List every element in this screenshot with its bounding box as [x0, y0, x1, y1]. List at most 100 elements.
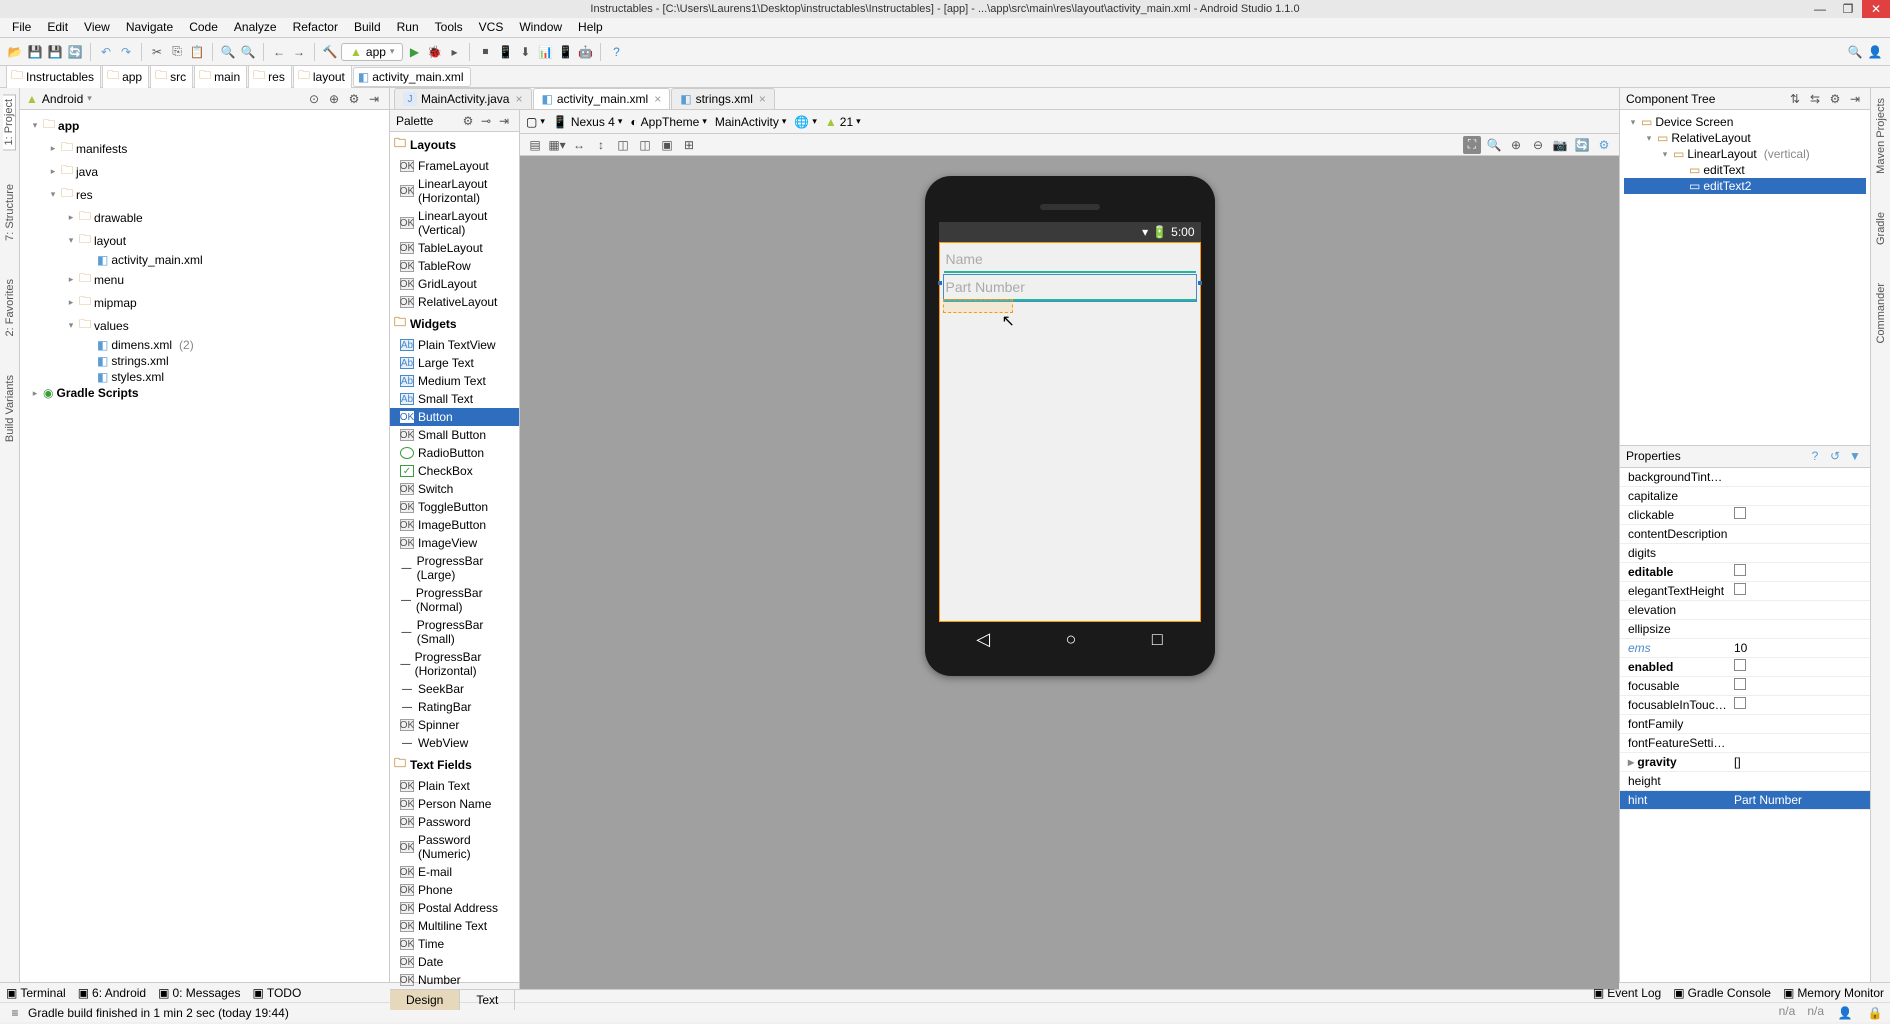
- locale-dropdown[interactable]: 🌐▾: [794, 115, 816, 129]
- run-config-dropdown[interactable]: ▲ app ▾: [341, 43, 403, 61]
- theme-dropdown[interactable]: ◐AppTheme▾: [630, 115, 706, 129]
- palette-item[interactable]: —ProgressBar (Normal): [390, 584, 519, 616]
- menu-analyze[interactable]: Analyze: [226, 18, 285, 37]
- palette-list[interactable]: 🗀LayoutsOKFrameLayoutOKLinearLayout (Hor…: [390, 132, 519, 989]
- property-row[interactable]: elegantTextHeight: [1620, 582, 1870, 601]
- view-options-icon[interactable]: ▤: [526, 136, 544, 154]
- zoom-out-icon[interactable]: ⊖: [1529, 136, 1547, 154]
- bottom-tab[interactable]: ▣TODO: [252, 986, 301, 1000]
- minimize-button[interactable]: —: [1806, 0, 1834, 18]
- sdk-icon[interactable]: ⬇: [516, 43, 534, 61]
- palette-item[interactable]: OKTableRow: [390, 257, 519, 275]
- replace-icon[interactable]: 🔍: [239, 43, 257, 61]
- close-button[interactable]: ✕: [1862, 0, 1890, 18]
- property-row[interactable]: fontFeatureSettings: [1620, 734, 1870, 753]
- cut-icon[interactable]: ✂: [148, 43, 166, 61]
- menu-view[interactable]: View: [76, 18, 118, 37]
- bottom-tab[interactable]: ▣Memory Monitor: [1783, 986, 1884, 1000]
- chevron-down-icon[interactable]: ▾: [87, 93, 92, 104]
- pack-icon[interactable]: ⊞: [680, 136, 698, 154]
- palette-item[interactable]: OKPostal Address: [390, 899, 519, 917]
- property-row[interactable]: enabled: [1620, 658, 1870, 677]
- component-tree-node[interactable]: ▾▭ RelativeLayout: [1624, 130, 1866, 146]
- menu-edit[interactable]: Edit: [39, 18, 76, 37]
- distribute-h-icon[interactable]: ◫: [614, 136, 632, 154]
- palette-item[interactable]: OKImageView: [390, 534, 519, 552]
- menu-build[interactable]: Build: [346, 18, 389, 37]
- fit-icon[interactable]: ▣: [658, 136, 676, 154]
- distribute-v-icon[interactable]: ◫: [636, 136, 654, 154]
- palette-item[interactable]: —RatingBar: [390, 698, 519, 716]
- project-tree[interactable]: ▾🗀app▸🗀manifests▸🗀java▾🗀res▸🗀drawable▾🗀l…: [20, 110, 389, 982]
- palette-group[interactable]: 🗀Text Fields: [390, 752, 519, 777]
- design-tab-design[interactable]: Design: [390, 990, 460, 1010]
- bottom-tab[interactable]: ▣Terminal: [6, 986, 66, 1000]
- bottom-tab[interactable]: ▣Gradle Console: [1673, 986, 1771, 1000]
- design-tab-text[interactable]: Text: [460, 990, 515, 1010]
- layout-root[interactable]: Name Part Number ↖: [939, 242, 1201, 622]
- lock-icon[interactable]: 🔒: [1866, 1004, 1884, 1022]
- prop-help-icon[interactable]: ?: [1806, 447, 1824, 465]
- ddms-icon[interactable]: 📊: [536, 43, 554, 61]
- android-device-icon[interactable]: 🤖: [576, 43, 594, 61]
- menu-code[interactable]: Code: [181, 18, 226, 37]
- breadcrumb-item[interactable]: 🗀layout: [293, 63, 352, 90]
- palette-item[interactable]: OKToggleButton: [390, 498, 519, 516]
- tree-node[interactable]: ◧activity_main.xml: [20, 252, 389, 268]
- forward-icon[interactable]: →: [290, 43, 308, 61]
- palette-group[interactable]: 🗀Widgets: [390, 311, 519, 336]
- settings-gear-icon[interactable]: ⚙: [345, 90, 363, 108]
- component-tree-node[interactable]: ▾▭ Device Screen: [1624, 114, 1866, 130]
- palette-item[interactable]: —SeekBar: [390, 680, 519, 698]
- refresh-icon[interactable]: 🔄: [1573, 136, 1591, 154]
- ct-hide-icon[interactable]: ⇥: [1846, 90, 1864, 108]
- close-tab-icon[interactable]: ×: [654, 92, 661, 106]
- breadcrumb-item[interactable]: 🗀main: [194, 63, 247, 90]
- tree-node[interactable]: ◧dimens.xml(2): [20, 337, 389, 353]
- collapse-icon[interactable]: ⊙: [305, 90, 323, 108]
- tree-node[interactable]: ▸🗀manifests: [20, 137, 389, 160]
- menu-navigate[interactable]: Navigate: [118, 18, 181, 37]
- palette-group[interactable]: 🗀Layouts: [390, 132, 519, 157]
- device-dropdown[interactable]: 📱Nexus 4▾: [553, 115, 623, 129]
- edit-text-name[interactable]: Name: [944, 247, 1196, 273]
- save-icon[interactable]: 💾: [26, 43, 44, 61]
- monitor-icon[interactable]: 📱: [556, 43, 574, 61]
- tool-tab-maven-projects[interactable]: Maven Projects: [1875, 94, 1887, 178]
- palette-item[interactable]: OKFrameLayout: [390, 157, 519, 175]
- palette-pin-icon[interactable]: ⊸: [477, 112, 495, 130]
- property-row[interactable]: height: [1620, 772, 1870, 791]
- property-row[interactable]: clickable: [1620, 506, 1870, 525]
- palette-item[interactable]: OKLinearLayout (Horizontal): [390, 175, 519, 207]
- palette-settings-icon[interactable]: ⚙: [459, 112, 477, 130]
- property-row[interactable]: contentDescription: [1620, 525, 1870, 544]
- breadcrumb-item[interactable]: 🗀Instructables: [6, 63, 101, 90]
- breadcrumb-item[interactable]: 🗀app: [102, 63, 149, 90]
- search-everywhere-icon[interactable]: 🔍: [1846, 43, 1864, 61]
- palette-item[interactable]: —ProgressBar (Horizontal): [390, 648, 519, 680]
- project-view-label[interactable]: Android: [42, 92, 83, 106]
- palette-item[interactable]: OKDate: [390, 953, 519, 971]
- component-tree-node[interactable]: ▾▭ LinearLayout (vertical): [1624, 146, 1866, 162]
- bottom-tab[interactable]: ▣0: Messages: [158, 986, 240, 1000]
- find-icon[interactable]: 🔍: [219, 43, 237, 61]
- palette-item[interactable]: OKPassword (Numeric): [390, 831, 519, 863]
- palette-item[interactable]: OKPhone: [390, 881, 519, 899]
- palette-item[interactable]: AbLarge Text: [390, 354, 519, 372]
- back-icon[interactable]: ←: [270, 43, 288, 61]
- menu-window[interactable]: Window: [511, 18, 570, 37]
- tree-node[interactable]: ▾🗀values: [20, 314, 389, 337]
- stop-icon[interactable]: ⏹: [476, 43, 494, 61]
- property-row[interactable]: fontFamily: [1620, 715, 1870, 734]
- editor-tab[interactable]: JMainActivity.java×: [394, 88, 532, 109]
- component-tree-node[interactable]: ▭ editText2: [1624, 178, 1866, 194]
- tree-node[interactable]: ▸🗀menu: [20, 268, 389, 291]
- tool-tab-build-variants[interactable]: Build Variants: [4, 371, 16, 446]
- breadcrumb-item[interactable]: 🗀res: [248, 63, 292, 90]
- property-row[interactable]: focusable: [1620, 677, 1870, 696]
- property-row[interactable]: digits: [1620, 544, 1870, 563]
- profile-icon[interactable]: 👤: [1866, 43, 1884, 61]
- palette-item[interactable]: —WebView: [390, 734, 519, 752]
- breadcrumb-item[interactable]: 🗀src: [150, 63, 193, 90]
- make-icon[interactable]: 🔨: [321, 43, 339, 61]
